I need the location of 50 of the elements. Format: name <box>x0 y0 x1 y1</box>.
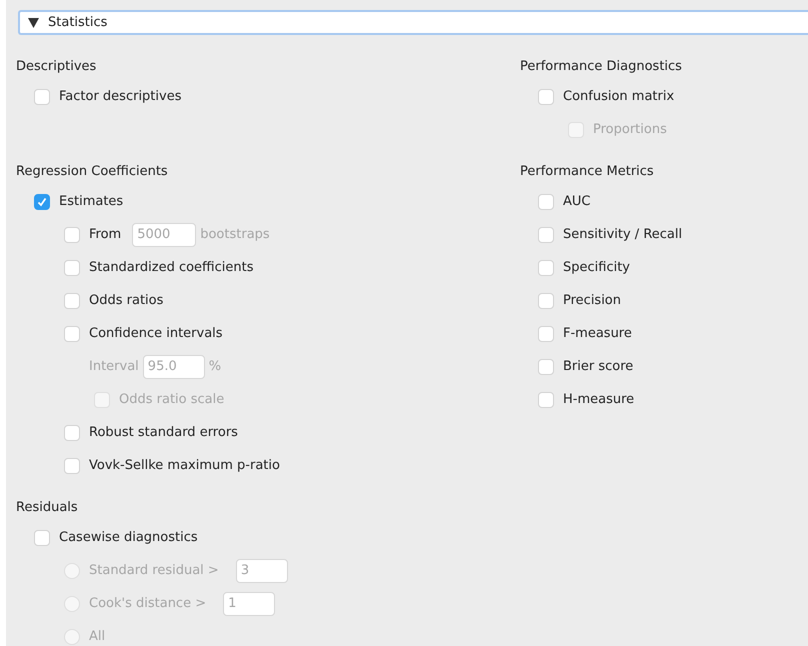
checkbox[interactable] <box>34 88 50 104</box>
checkbox[interactable] <box>64 226 80 242</box>
field-label: Interval <box>89 358 139 376</box>
checkbox[interactable] <box>34 194 50 210</box>
checkbox-label: Vovk-Sellke maximum p-ratio <box>89 456 280 475</box>
checkbox[interactable] <box>64 424 80 440</box>
checkbox[interactable] <box>538 292 554 308</box>
checkbox[interactable] <box>538 358 554 374</box>
checkbox-label: Robust standard errors <box>89 424 238 442</box>
checkbox-label: Odds ratios <box>89 292 164 310</box>
checkbox-label: Standardized coefficients <box>89 258 254 277</box>
radio-label: Cook's distance > <box>89 594 206 613</box>
checkbox[interactable] <box>538 226 554 242</box>
checkbox-label: Proportions <box>593 120 667 139</box>
checkbox-label: Confusion matrix <box>563 88 674 106</box>
checkbox[interactable] <box>538 194 554 210</box>
checkbox[interactable] <box>64 458 80 474</box>
checkbox-label: Factor descriptives <box>59 88 182 106</box>
group-heading: Performance Metrics <box>520 163 655 181</box>
checkmark-icon <box>37 196 47 206</box>
checkbox-label: Estimates <box>59 192 124 211</box>
checkbox-label: Brier score <box>563 358 634 376</box>
checkbox-label: Sensitivity / Recall <box>563 226 682 244</box>
checkbox-label: AUC <box>563 192 590 211</box>
group-heading: Residuals <box>16 499 79 517</box>
checkbox[interactable] <box>538 326 554 342</box>
field-suffix: % <box>208 358 222 376</box>
checkbox[interactable] <box>64 260 80 276</box>
checkbox-label: Precision <box>563 292 622 310</box>
checkbox[interactable] <box>538 392 554 408</box>
checkbox-label: Odds ratio scale <box>119 390 224 409</box>
checkbox-label: Casewise diagnostics <box>59 528 198 547</box>
group-heading: Performance Diagnostics <box>520 58 683 76</box>
checkbox[interactable] <box>538 260 554 276</box>
checkbox[interactable] <box>64 326 80 342</box>
checkbox-label: Specificity <box>563 258 630 277</box>
group-heading: Descriptives <box>16 58 98 76</box>
checkbox[interactable] <box>64 292 80 308</box>
radio-label: Standard residual > <box>89 562 219 580</box>
checkbox-label: Confidence intervals <box>89 324 223 343</box>
checkbox-label: F-measure <box>563 324 632 343</box>
field-suffix: bootstraps <box>200 226 270 244</box>
group-heading: Regression Coefficients <box>16 163 169 181</box>
checkbox-label: H-measure <box>563 390 634 409</box>
section-header[interactable]: Statistics <box>18 10 808 35</box>
section-title: Statistics <box>48 14 108 32</box>
radio-label: All <box>89 628 106 646</box>
checkbox-label: From <box>89 226 122 244</box>
checkbox[interactable] <box>538 88 554 104</box>
checkbox[interactable] <box>34 530 50 546</box>
